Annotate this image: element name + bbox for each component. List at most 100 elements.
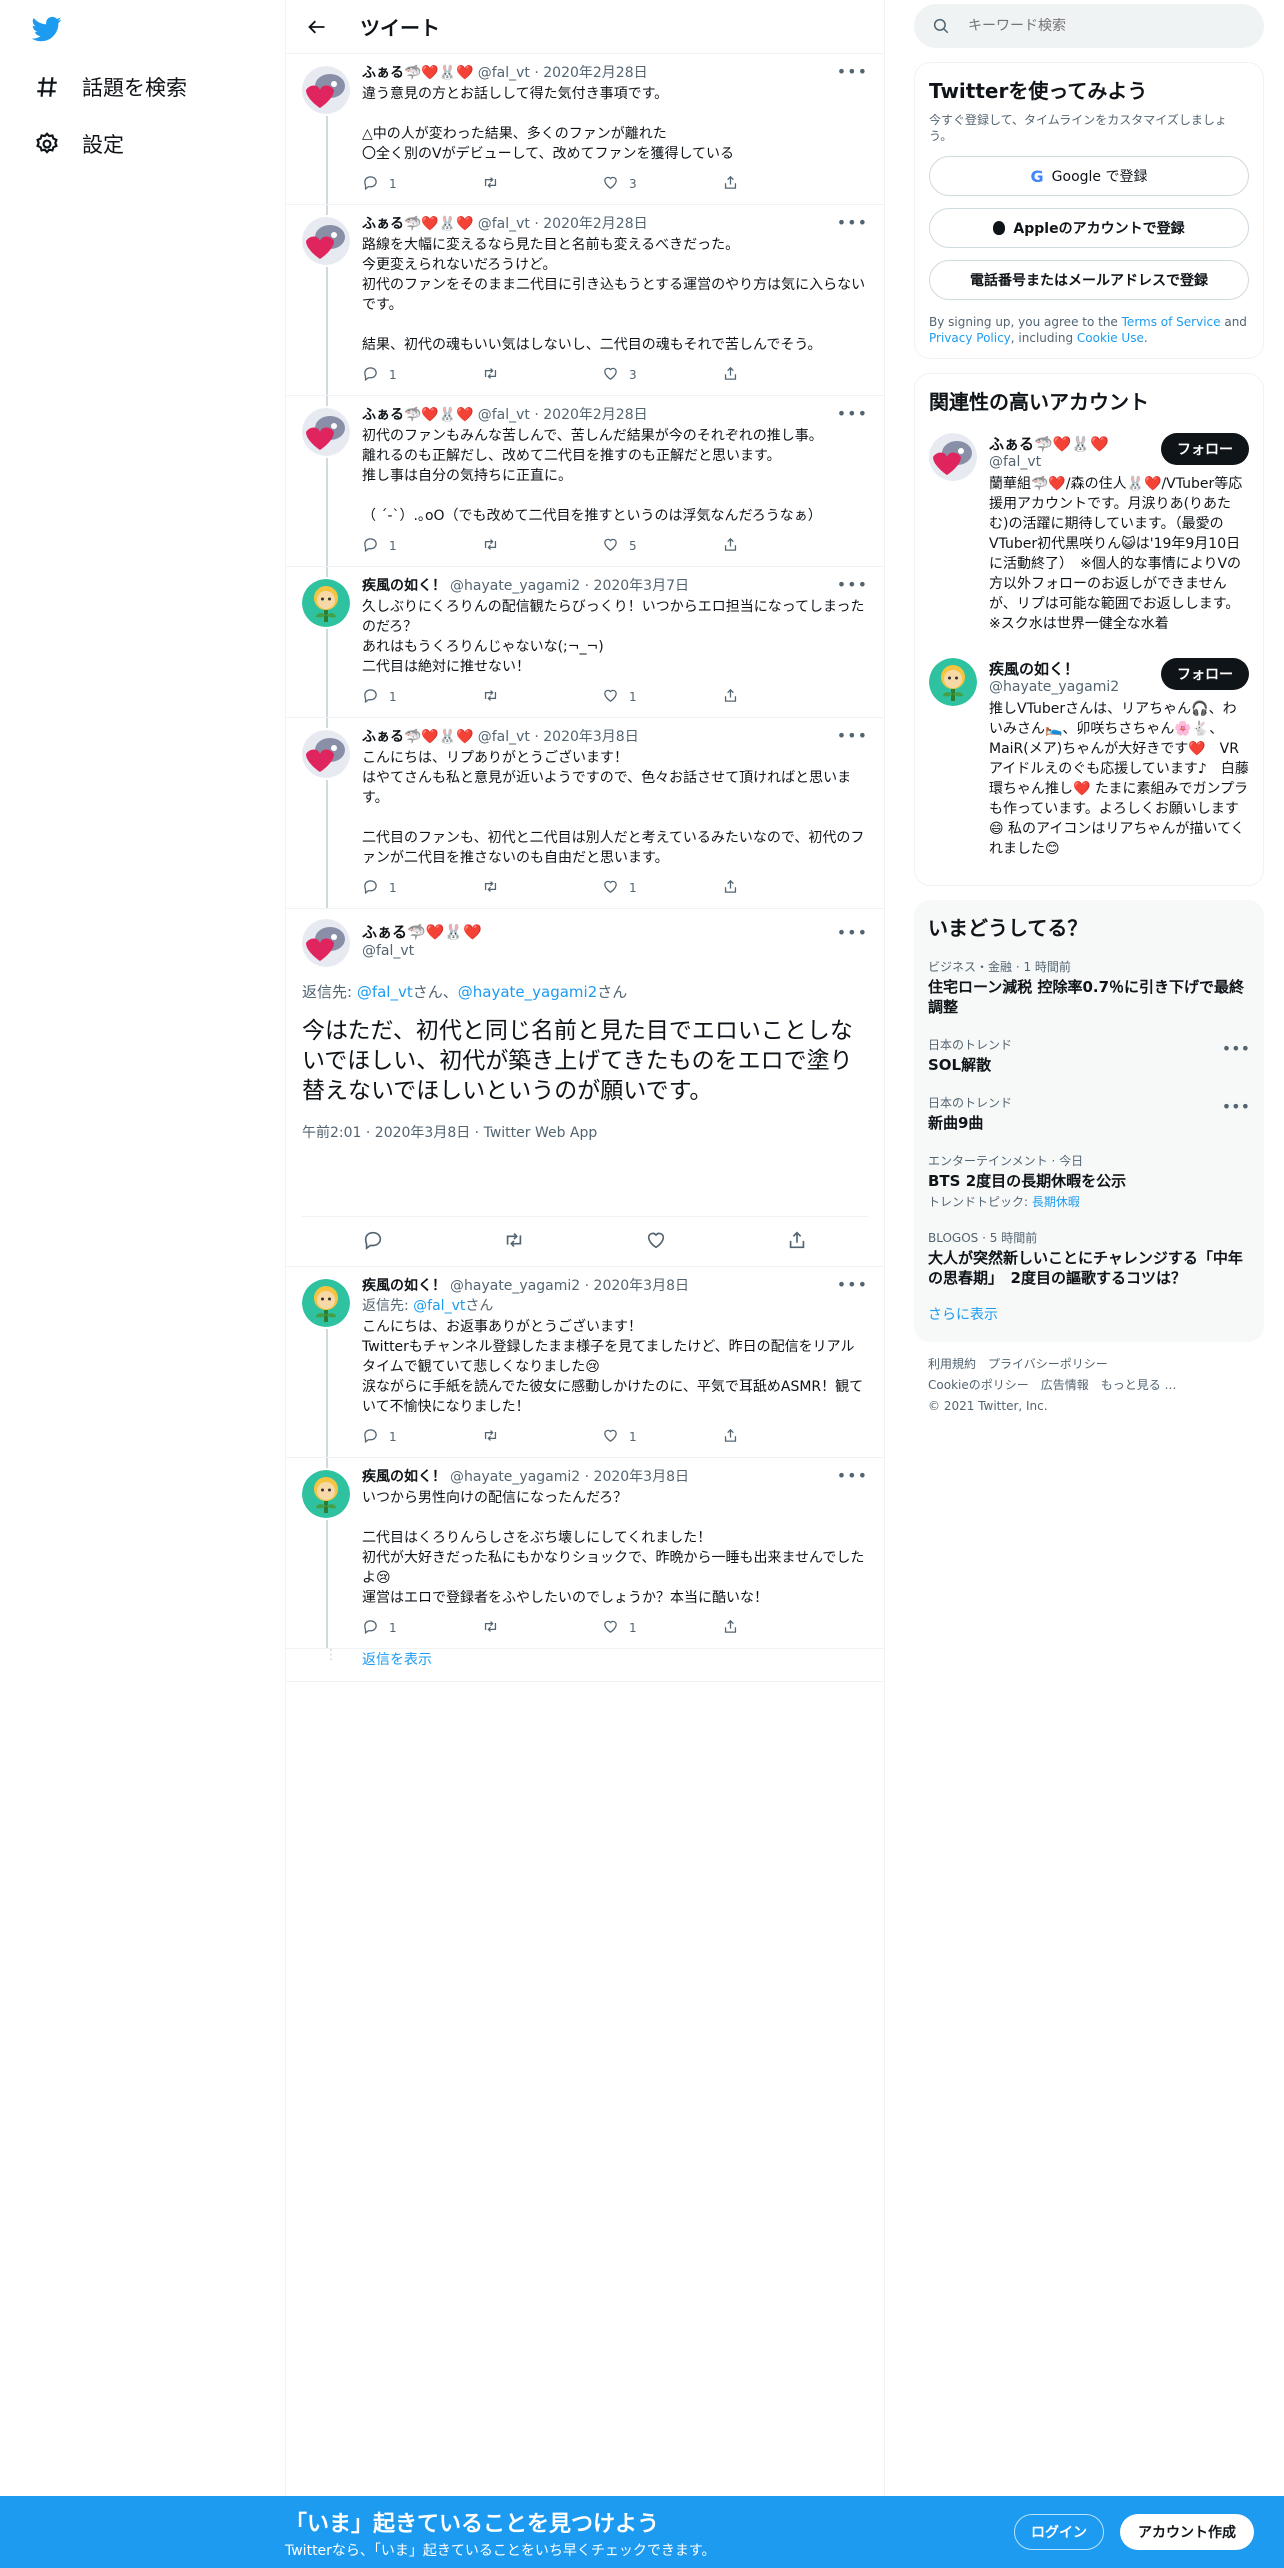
avatar[interactable] bbox=[302, 919, 350, 967]
follow-button[interactable]: フォロー bbox=[1161, 658, 1249, 690]
nav-settings[interactable]: 設定 bbox=[34, 124, 124, 164]
trend-item[interactable]: ••• 日本のトレンド 新曲9曲 bbox=[928, 1085, 1250, 1143]
tweet-timestamp[interactable]: 午前2:01 · 2020年3月8日 · Twitter Web App bbox=[302, 1122, 868, 1182]
author-handle[interactable]: @hayate_yagami2 · 2020年3月8日 bbox=[450, 1278, 689, 1294]
author-name[interactable]: ふぁる🦈❤️🐰❤️ bbox=[362, 407, 474, 423]
like-button[interactable]: 1 bbox=[602, 1618, 722, 1638]
like-icon[interactable] bbox=[645, 1229, 667, 1255]
twitter-logo-icon[interactable] bbox=[30, 14, 64, 44]
like-button[interactable]: 1 bbox=[602, 878, 722, 898]
author-handle[interactable]: @fal_vt · 2020年2月28日 bbox=[478, 407, 648, 423]
mention-link[interactable]: @fal_vt bbox=[413, 1298, 465, 1314]
share-button[interactable] bbox=[722, 687, 842, 707]
avatar[interactable] bbox=[302, 1470, 350, 1518]
author-handle[interactable]: @fal_vt · 2020年3月8日 bbox=[478, 729, 639, 745]
author-handle[interactable]: @hayate_yagami2 · 2020年3月7日 bbox=[450, 578, 689, 594]
author-name[interactable]: 疾風の如く！ bbox=[362, 1469, 446, 1485]
more-icon[interactable]: ••• bbox=[837, 575, 868, 594]
avatar[interactable] bbox=[302, 1279, 350, 1327]
author-name[interactable]: ふぁる🦈❤️🐰❤️ bbox=[362, 65, 474, 81]
avatar[interactable] bbox=[929, 433, 977, 481]
show-replies-label[interactable]: 返信を表示 bbox=[362, 1652, 432, 1668]
share-button[interactable] bbox=[722, 1427, 842, 1447]
retweet-button[interactable] bbox=[482, 1427, 602, 1447]
signup-button[interactable]: アカウント作成 bbox=[1120, 2514, 1254, 2550]
reply-button[interactable]: 1 bbox=[362, 536, 482, 556]
author-handle[interactable]: @hayate_yagami2 · 2020年3月8日 bbox=[450, 1469, 689, 1485]
trend-item[interactable]: エンターテインメント · 今日 BTS 2度目の長期休暇を公示 トレンドトピック: … bbox=[928, 1143, 1250, 1220]
search-bar[interactable] bbox=[914, 4, 1264, 48]
footer-links-2[interactable]: Cookieのポリシー 広告情報 もっと見る … bbox=[928, 1375, 1250, 1396]
retweet-button[interactable] bbox=[482, 878, 602, 898]
more-icon[interactable]: ••• bbox=[837, 213, 868, 232]
more-icon[interactable]: ••• bbox=[837, 726, 868, 745]
mention-link[interactable]: @fal_vt bbox=[357, 983, 413, 1001]
tweet[interactable]: ••• 疾風の如く！ @hayate_yagami2 · 2020年3月7日 久しぶり… bbox=[286, 567, 884, 718]
retweet-button[interactable] bbox=[482, 1618, 602, 1638]
trend-item[interactable]: ••• 日本のトレンド SOL解散 bbox=[928, 1027, 1250, 1085]
cookie-link[interactable]: Cookie Use bbox=[1077, 331, 1144, 345]
avatar[interactable] bbox=[302, 730, 350, 778]
retweet-button[interactable] bbox=[482, 365, 602, 385]
share-button[interactable] bbox=[722, 174, 842, 194]
like-button[interactable]: 1 bbox=[602, 1427, 722, 1447]
like-button[interactable]: 3 bbox=[602, 174, 722, 194]
search-input[interactable] bbox=[968, 18, 1228, 34]
author-name[interactable]: ふぁる🦈❤️🐰❤️ bbox=[362, 921, 482, 942]
back-button[interactable] bbox=[302, 12, 332, 42]
more-icon[interactable]: ••• bbox=[837, 404, 868, 423]
show-more-link[interactable]: さらに表示 bbox=[928, 1298, 1250, 1330]
like-button[interactable]: 1 bbox=[602, 687, 722, 707]
share-button[interactable] bbox=[722, 536, 842, 556]
tweet[interactable]: ••• 疾風の如く！ @hayate_yagami2 · 2020年3月8日 返信先:… bbox=[286, 1267, 884, 1458]
share-button[interactable] bbox=[722, 878, 842, 898]
trend-item[interactable]: ビジネス・金融 · 1 時間前 住宅ローン減税 控除率0.7％に引き下げで最終調整 bbox=[928, 949, 1250, 1027]
more-icon[interactable]: ••• bbox=[1222, 1039, 1250, 1058]
more-icon[interactable]: ••• bbox=[837, 62, 868, 81]
apple-signup-button[interactable]: Appleのアカウントで登録 bbox=[929, 208, 1249, 248]
trend-item[interactable]: BLOGOS · 5 時間前 大人が突然新しいことにチャレンジする「中年の思春期」… bbox=[928, 1220, 1250, 1298]
author-handle[interactable]: @fal_vt bbox=[362, 943, 414, 959]
reply-button[interactable]: 1 bbox=[362, 1618, 482, 1638]
privacy-link[interactable]: Privacy Policy bbox=[929, 331, 1011, 345]
tweet[interactable]: ••• 疾風の如く！ @hayate_yagami2 · 2020年3月8日 いつから… bbox=[286, 1458, 884, 1649]
author-name[interactable]: 疾風の如く！ bbox=[362, 578, 446, 594]
retweet-icon[interactable] bbox=[503, 1229, 525, 1255]
retweet-button[interactable] bbox=[482, 174, 602, 194]
avatar[interactable] bbox=[302, 408, 350, 456]
follow-button[interactable]: フォロー bbox=[1161, 433, 1249, 465]
mention-link[interactable]: @hayate_yagami2 bbox=[458, 983, 597, 1001]
reply-button[interactable]: 1 bbox=[362, 365, 482, 385]
share-button[interactable] bbox=[722, 365, 842, 385]
tweet[interactable]: ••• ふぁる🦈❤️🐰❤️ @fal_vt · 2020年2月28日 路線を大幅に変え… bbox=[286, 205, 884, 396]
like-button[interactable]: 5 bbox=[602, 536, 722, 556]
nav-explore[interactable]: 話題を検索 bbox=[34, 67, 187, 107]
tweet[interactable]: ••• ふぁる🦈❤️🐰❤️ @fal_vt · 2020年3月8日 こんにちは、リプあ… bbox=[286, 718, 884, 909]
reply-button[interactable]: 1 bbox=[362, 687, 482, 707]
google-signup-button[interactable]: G Google で登録 bbox=[929, 156, 1249, 196]
tweet[interactable]: ••• ふぁる🦈❤️🐰❤️ @fal_vt · 2020年2月28日 初代のファンもみ… bbox=[286, 396, 884, 567]
avatar[interactable] bbox=[302, 66, 350, 114]
related-account[interactable]: フォロー 疾風の如く！ @hayate_yagami2 推しVTuberさんは、リアち… bbox=[929, 648, 1249, 873]
tweet[interactable]: ••• ふぁる🦈❤️🐰❤️ @fal_vt · 2020年2月28日 違う意見の方とお… bbox=[286, 54, 884, 205]
more-icon[interactable]: ••• bbox=[837, 1466, 868, 1485]
login-button[interactable]: ログイン bbox=[1014, 2514, 1104, 2550]
author-name[interactable]: ふぁる🦈❤️🐰❤️ bbox=[362, 729, 474, 745]
like-button[interactable]: 3 bbox=[602, 365, 722, 385]
related-account[interactable]: フォロー ふぁる🦈❤️🐰❤️ @fal_vt 蘭華組🦈❤️/森の住人🐰❤️/VTube… bbox=[929, 423, 1249, 648]
phone-email-signup-button[interactable]: 電話番号またはメールアドレスで登録 bbox=[929, 260, 1249, 300]
reply-button[interactable]: 1 bbox=[362, 878, 482, 898]
avatar[interactable] bbox=[302, 217, 350, 265]
more-icon[interactable]: ••• bbox=[837, 1275, 868, 1294]
reply-icon[interactable] bbox=[362, 1229, 384, 1255]
share-icon[interactable] bbox=[786, 1229, 808, 1255]
author-handle[interactable]: @fal_vt · 2020年2月28日 bbox=[478, 216, 648, 232]
footer-links[interactable]: 利用規約 プライバシーポリシー bbox=[928, 1354, 1250, 1375]
more-icon[interactable]: ••• bbox=[1222, 1097, 1250, 1116]
reply-button[interactable]: 1 bbox=[362, 1427, 482, 1447]
author-name[interactable]: 疾風の如く！ bbox=[362, 1278, 446, 1294]
author-name[interactable]: ふぁる🦈❤️🐰❤️ bbox=[362, 216, 474, 232]
share-button[interactable] bbox=[722, 1618, 842, 1638]
avatar[interactable] bbox=[302, 579, 350, 627]
avatar[interactable] bbox=[929, 658, 977, 706]
